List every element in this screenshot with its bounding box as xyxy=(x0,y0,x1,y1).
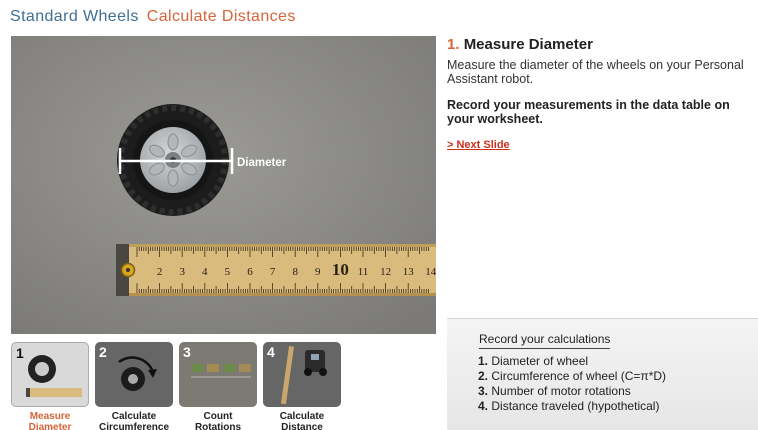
thumbnail-caption: Count Rotations xyxy=(179,411,257,430)
ruler-number: 4 xyxy=(202,266,208,278)
thumbnail-image: 4 xyxy=(263,342,341,407)
ruler-number: 14 xyxy=(425,266,436,278)
record-instructions: Record your measurements in the data tab… xyxy=(447,98,730,126)
thumbnail-number: 4 xyxy=(267,344,275,360)
thumbnail-caption-line: Calculate xyxy=(111,411,157,422)
thumbnail-number: 1 xyxy=(16,345,24,361)
thumbnail-caption-line: Calculate xyxy=(279,411,325,422)
thumbnail-number: 3 xyxy=(183,344,191,360)
step-description: Measure the diameter of the wheels on yo… xyxy=(447,58,744,86)
ruler-number: 13 xyxy=(403,266,415,278)
header-title-standard-wheels: Standard Wheels xyxy=(10,8,139,25)
thumbnail-caption-line: Rotations xyxy=(194,422,242,430)
ruler-number: 2 xyxy=(157,266,163,278)
list-item: 3. Number of motor rotations xyxy=(478,384,666,399)
ruler-number: 3 xyxy=(179,266,185,278)
list-item-number: 2. xyxy=(478,369,489,383)
page-header: Standard Wheels Calculate Distances xyxy=(10,8,296,26)
slide-thumbnails: 1 Measure Diameter 2 Calculate Circumfer… xyxy=(11,342,346,430)
step-title: 1. Measure Diameter xyxy=(447,36,752,53)
instructions-panel: 1. Measure Diameter Measure the diameter… xyxy=(447,36,752,153)
ruler-number: 6 xyxy=(247,266,253,278)
list-item: 1. Diameter of wheel xyxy=(478,354,666,369)
thumbnail-caption-line: Count xyxy=(203,411,233,422)
thumbnail-caption: Measure Diameter xyxy=(11,411,89,430)
calculations-heading: Record your calculations xyxy=(479,332,611,349)
list-item-number: 4. xyxy=(478,399,489,413)
main-slide-image: Diameter 2 3 4 5 6 7 8 9 10 11 12 13 14 xyxy=(11,36,436,334)
thumbnail-caption-line: Circumference xyxy=(98,422,170,430)
list-item-text: Distance traveled (hypothetical) xyxy=(491,399,660,413)
thumbnail-caption-line: Measure xyxy=(29,411,71,422)
ruler-number: 8 xyxy=(292,266,298,278)
thumbnail-measure-diameter[interactable]: 1 Measure Diameter xyxy=(11,342,89,430)
thumbnail-image: 2 xyxy=(95,342,173,407)
list-item-text: Circumference of wheel (C=π*D) xyxy=(491,369,667,383)
ruler-number: 9 xyxy=(315,266,321,278)
header-title-calculate-distances: Calculate Distances xyxy=(146,8,296,25)
thumbnail-image: 1 xyxy=(11,342,89,407)
thumbnail-image: 3 xyxy=(179,342,257,407)
thumbnail-count-rotations[interactable]: 3 Count Rotations xyxy=(179,342,257,430)
thumbnail-caption-line: Distance xyxy=(281,422,323,430)
thumbnail-caption-line: Diameter xyxy=(28,422,72,430)
ruler-graphic: 2 3 4 5 6 7 8 9 10 11 12 13 14 xyxy=(116,244,436,296)
ruler-number: 10 xyxy=(332,260,349,279)
ruler-number: 11 xyxy=(358,266,369,278)
list-item-text: Number of motor rotations xyxy=(491,384,631,398)
ruler-number: 12 xyxy=(380,266,391,278)
list-item-number: 3. xyxy=(478,384,489,398)
ruler-number: 5 xyxy=(225,266,231,278)
thumbnail-caption: Calculate Circumference xyxy=(95,411,173,430)
list-item: 4. Distance traveled (hypothetical) xyxy=(478,399,666,414)
thumbnail-number: 2 xyxy=(99,344,107,360)
thumbnail-calculate-distance[interactable]: 4 Calculate Distance xyxy=(263,342,341,430)
next-slide-link[interactable]: > Next Slide xyxy=(447,139,510,151)
step-title-text: Measure Diameter xyxy=(463,36,593,53)
wheel-and-ruler-illustration: Diameter 2 3 4 5 6 7 8 9 10 11 12 13 14 xyxy=(11,36,436,334)
thumbnail-caption: Calculate Distance xyxy=(263,411,341,430)
calculations-list: 1. Diameter of wheel 2. Circumference of… xyxy=(478,354,666,414)
diameter-label: Diameter xyxy=(237,157,287,169)
ruler-number: 7 xyxy=(270,266,276,278)
thumbnail-calculate-circumference[interactable]: 2 Calculate Circumference xyxy=(95,342,173,430)
list-item-number: 1. xyxy=(478,354,489,368)
list-item: 2. Circumference of wheel (C=π*D) xyxy=(478,369,666,384)
calculations-box: Record your calculations 1. Diameter of … xyxy=(447,318,758,430)
list-item-text: Diameter of wheel xyxy=(491,354,589,368)
step-number: 1. xyxy=(447,36,460,53)
